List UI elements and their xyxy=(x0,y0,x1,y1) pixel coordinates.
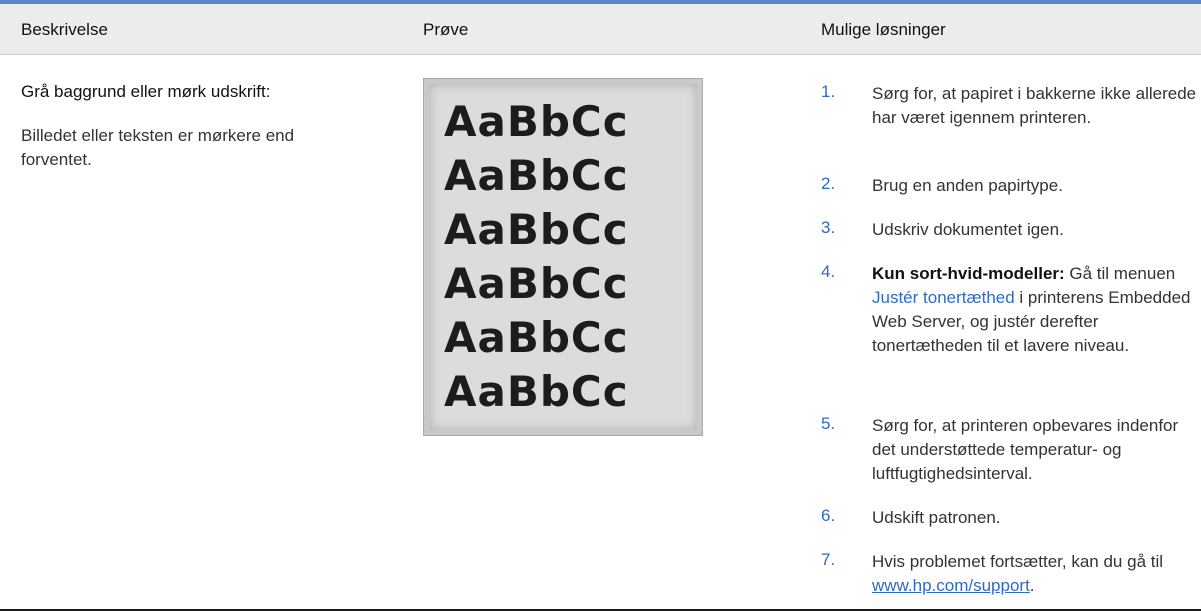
problem-title: Grå baggrund eller mørk udskrift: xyxy=(21,82,271,101)
adjust-toner-density-link[interactable]: Justér tonertæthed xyxy=(872,288,1015,307)
solution-number: 7. xyxy=(821,550,836,569)
problem-description: Billedet eller teksten er mørkere end fo… xyxy=(21,126,295,169)
solution-text: Hvis problemet fortsætter, kan du gå til… xyxy=(872,550,1201,598)
column-header-sample: Prøve xyxy=(423,20,469,39)
solution-number: 3. xyxy=(821,218,836,237)
solution-number: 6. xyxy=(821,506,836,525)
solution-text-part: Gå til menuen xyxy=(1064,264,1176,283)
column-header-description: Beskrivelse xyxy=(21,20,108,39)
solution-text-part: Hvis problemet fortsætter, kan du gå til xyxy=(872,552,1164,571)
solution-text: Brug en anden papirtype. xyxy=(872,176,1063,195)
solution-text-part: . xyxy=(1029,576,1035,595)
hp-support-link[interactable]: www.hp.com/support xyxy=(872,576,1030,595)
sample-text-line: AaBbCc xyxy=(444,97,629,146)
solution-text: Udskift patronen. xyxy=(872,508,1001,527)
column-header-solutions: Mulige løsninger xyxy=(821,20,946,39)
solution-text: Udskriv dokumentet igen. xyxy=(872,220,1064,239)
solution-bold-label: Kun sort-hvid-modeller: xyxy=(872,264,1065,283)
sample-text-line: AaBbCc xyxy=(444,151,629,200)
sample-text-line: AaBbCc xyxy=(444,259,629,308)
solution-number: 5. xyxy=(821,414,836,433)
table-header-row: Beskrivelse Prøve Mulige løsninger xyxy=(0,4,1201,55)
solution-number: 4. xyxy=(821,262,836,281)
solution-number: 2. xyxy=(821,174,836,193)
solution-text: Sørg for, at papiret i bakkerne ikke all… xyxy=(872,84,1197,127)
sample-text-line: AaBbCc xyxy=(444,313,629,362)
solution-text: Kun sort-hvid-modeller: Gå til menuen Ju… xyxy=(872,262,1201,358)
solution-text: Sørg for, at printeren opbevares indenfo… xyxy=(872,416,1179,483)
sample-text-line: AaBbCc xyxy=(444,367,629,416)
solution-number: 1. xyxy=(821,82,836,101)
sample-text-line: AaBbCc xyxy=(444,205,629,254)
sample-print-image: AaBbCc AaBbCc AaBbCc AaBbCc AaBbCc AaBbC… xyxy=(423,78,703,436)
